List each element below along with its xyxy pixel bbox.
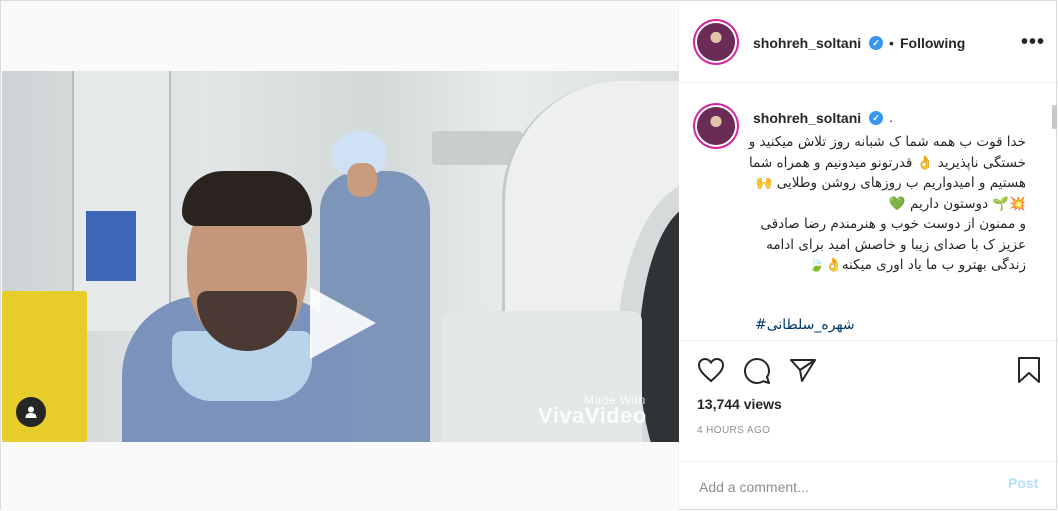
comment-icon[interactable] bbox=[743, 357, 771, 385]
play-icon[interactable] bbox=[310, 287, 376, 359]
watermark-main: VivaVideo bbox=[538, 403, 647, 428]
view-count[interactable]: 13,744 views bbox=[697, 396, 782, 412]
share-icon[interactable] bbox=[789, 357, 817, 383]
video-frame-cabinet bbox=[2, 291, 87, 442]
bookmark-icon[interactable] bbox=[1016, 356, 1042, 384]
caption-username[interactable]: shohreh_soltani bbox=[753, 110, 861, 126]
post-sidebar: shohreh_soltani ✓ • Following ••• shohre… bbox=[680, 1, 1058, 511]
post-header: shohreh_soltani ✓ • Following ••• bbox=[680, 1, 1058, 83]
video-frame-door bbox=[72, 71, 171, 331]
video-watermark: Made With VivaVideo bbox=[538, 393, 647, 429]
caption-text: خدا قوت ب همه شما ک شبانه روز تلاش میکنی… bbox=[748, 134, 1026, 273]
following-button[interactable]: Following bbox=[900, 35, 965, 51]
post-dialog: Made With VivaVideo shohreh_soltani ✓ • … bbox=[0, 0, 1058, 511]
post-timestamp[interactable]: 4 HOURS AGO bbox=[697, 425, 770, 436]
video-player[interactable]: Made With VivaVideo bbox=[2, 71, 679, 442]
verified-icon: ✓ bbox=[869, 111, 883, 125]
video-frame-bin bbox=[86, 211, 136, 281]
video-frame-doctor-hair bbox=[182, 171, 312, 226]
caption-avatar[interactable] bbox=[697, 107, 735, 145]
verified-icon: ✓ bbox=[869, 36, 883, 50]
comment-form: Post bbox=[680, 461, 1058, 511]
more-icon[interactable]: ••• bbox=[1021, 31, 1045, 54]
media-area: Made With VivaVideo bbox=[1, 1, 679, 511]
caption-dot: . bbox=[889, 109, 893, 125]
avatar[interactable] bbox=[697, 23, 735, 61]
heart-icon[interactable] bbox=[697, 357, 725, 383]
caption-area: shohreh_soltani ✓ . خدا قوت ب همه شما ک … bbox=[680, 84, 1052, 340]
post-comment-button[interactable]: Post bbox=[1008, 475, 1038, 491]
header-username[interactable]: shohreh_soltani bbox=[753, 35, 861, 51]
user-tag-icon[interactable] bbox=[16, 397, 46, 427]
action-bar: 13,744 views 4 HOURS AGO bbox=[680, 340, 1058, 461]
comment-input[interactable] bbox=[697, 474, 981, 500]
video-frame-nurse-face bbox=[347, 163, 377, 197]
follow-separator: • bbox=[889, 35, 894, 51]
caption-scrollbar[interactable] bbox=[1052, 105, 1057, 129]
hashtag-link[interactable]: #شهره_سلطانی bbox=[755, 317, 855, 333]
